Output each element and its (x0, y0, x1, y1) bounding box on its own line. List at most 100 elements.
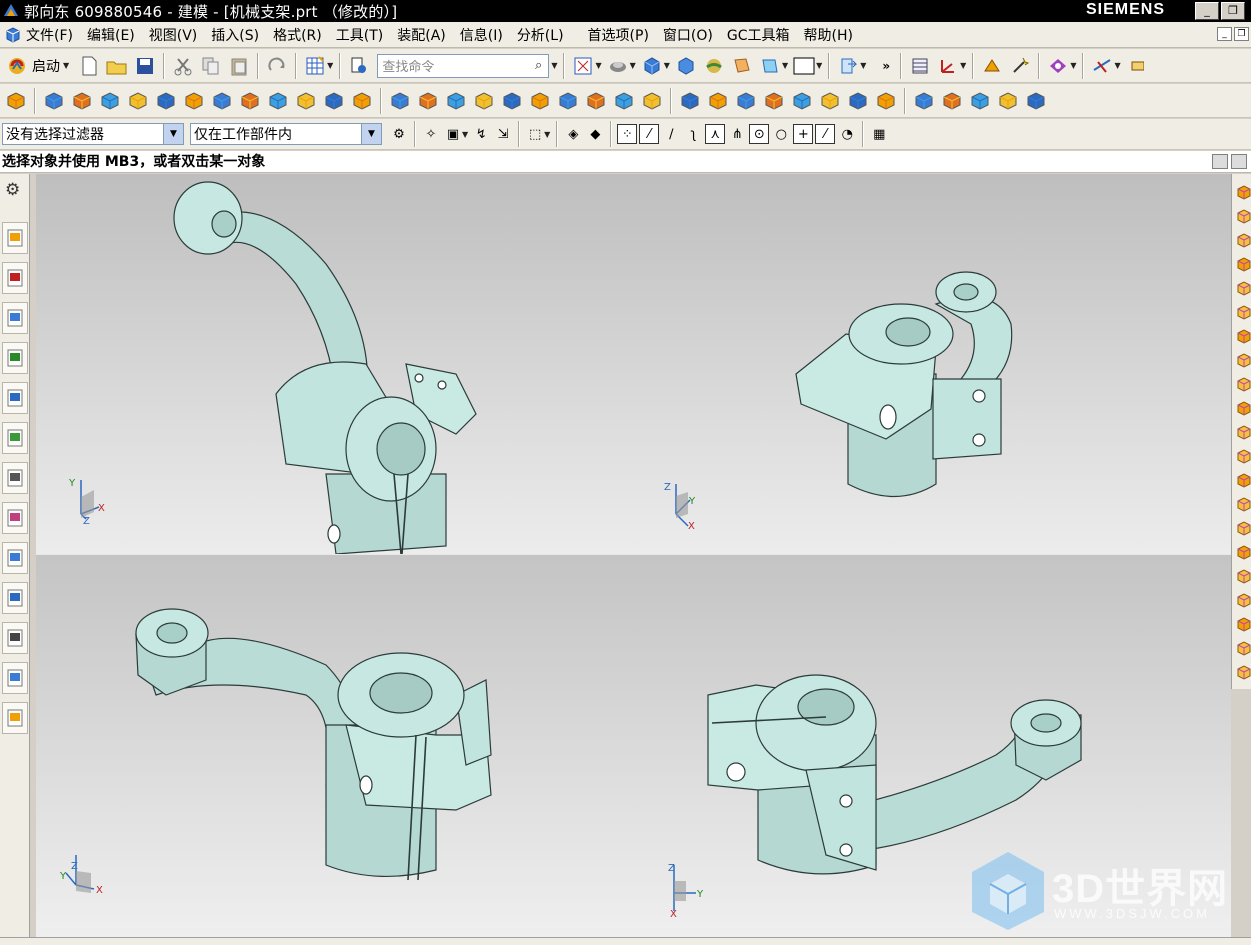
restore-button[interactable]: ❐ (1221, 2, 1245, 20)
gear-icon[interactable]: ⚙ (5, 180, 20, 200)
roles-icon[interactable] (2, 662, 28, 694)
bounded-plane-icon[interactable] (968, 89, 992, 113)
toolbar-overflow[interactable]: » (882, 59, 890, 73)
menu-gc-toolkit[interactable]: GC工具箱 (720, 25, 797, 45)
offset-face-icon[interactable] (678, 89, 702, 113)
intersection-icon[interactable]: ⋏ (705, 124, 726, 144)
wireframe-view-icon[interactable] (758, 54, 782, 78)
visualization-icon[interactable] (2, 502, 28, 534)
background-icon[interactable] (792, 54, 816, 78)
control-point-icon[interactable]: ʅ (683, 124, 703, 144)
point-on-face-icon[interactable]: ◔ (837, 124, 857, 144)
history-icon[interactable] (2, 462, 28, 494)
feature-shortcut-icon[interactable] (1236, 472, 1251, 488)
through-curves-icon[interactable] (912, 89, 936, 113)
hole-icon[interactable] (126, 89, 150, 113)
feature-shortcut-icon[interactable] (1236, 304, 1251, 320)
center-point-icon[interactable]: ⊙ (749, 124, 770, 144)
open-folder-icon[interactable] (105, 54, 129, 78)
measure-icon[interactable] (1090, 54, 1114, 78)
feature-shortcut-icon[interactable] (1236, 640, 1251, 656)
constraint-navigator-icon[interactable] (2, 262, 28, 294)
cube-icon[interactable] (674, 54, 698, 78)
system-scenes-icon[interactable] (2, 702, 28, 734)
thicken-icon[interactable] (874, 89, 898, 113)
start-button[interactable]: 启动 ▼ (2, 55, 75, 77)
trim-body-icon[interactable] (528, 89, 552, 113)
command-finder-icon[interactable] (347, 54, 371, 78)
sketch-icon[interactable] (4, 89, 28, 113)
manufacturing-wizard-icon[interactable] (2, 622, 28, 654)
revolve-icon[interactable] (98, 89, 122, 113)
quadrant-icon[interactable]: ○ (771, 124, 791, 144)
bounded-grid-icon[interactable]: ▦ (869, 124, 889, 144)
n-sided-icon[interactable] (940, 89, 964, 113)
body-select-icon[interactable]: ◆ (585, 124, 605, 144)
intersect-icon[interactable] (640, 89, 664, 113)
feature-shortcut-icon[interactable] (1236, 592, 1251, 608)
pocket-icon[interactable] (238, 89, 262, 113)
chevron-down-icon[interactable]: ▼ (361, 124, 381, 144)
feature-shortcut-icon[interactable] (1236, 184, 1251, 200)
feature-shortcut-icon[interactable] (1236, 496, 1251, 512)
rectangle-select-icon[interactable]: ⬚ (525, 124, 545, 144)
snap-points-icon[interactable]: ⁘ (617, 124, 638, 144)
datum-plane-icon[interactable] (42, 89, 66, 113)
system-materials-icon[interactable] (2, 542, 28, 574)
feature-shortcut-icon[interactable] (1236, 448, 1251, 464)
show-hide-icon[interactable] (1046, 54, 1070, 78)
sew-icon[interactable] (734, 89, 758, 113)
intent-icon[interactable]: ⇲ (493, 124, 513, 144)
magic-wand-icon[interactable] (1008, 54, 1032, 78)
swept-icon[interactable] (818, 89, 842, 113)
chevron-down-icon[interactable]: ▼ (163, 124, 183, 144)
menu-assembly[interactable]: 装配(A) (390, 25, 453, 45)
unite-icon[interactable] (584, 89, 608, 113)
menu-analysis[interactable]: 分析(L) (510, 25, 571, 45)
grid-icon[interactable] (303, 54, 327, 78)
feature-shortcut-icon[interactable] (1236, 568, 1251, 584)
menu-format[interactable]: 格式(R) (266, 25, 329, 45)
extrude-icon[interactable] (70, 89, 94, 113)
status-icon[interactable] (1212, 154, 1228, 169)
type-filter-select[interactable]: 没有选择过滤器 ▼ (2, 123, 184, 145)
styled-blend-icon[interactable] (996, 89, 1020, 113)
new-file-icon[interactable] (77, 54, 101, 78)
feature-shortcut-icon[interactable] (1236, 256, 1251, 272)
feature-select-icon[interactable]: ▣ (443, 124, 463, 144)
menu-preferences[interactable]: 首选项(P) (581, 25, 656, 45)
part-icon[interactable] (4, 26, 22, 44)
information-icon[interactable] (2, 382, 28, 414)
shell-icon[interactable] (350, 89, 374, 113)
cylinder-icon[interactable] (182, 89, 206, 113)
sphere-render-icon[interactable] (702, 54, 726, 78)
split-body-icon[interactable] (556, 89, 580, 113)
chamfer-icon[interactable] (416, 89, 440, 113)
groove-icon[interactable] (294, 89, 318, 113)
menu-window[interactable]: 窗口(O) (656, 25, 720, 45)
menu-tools[interactable]: 工具(T) (329, 25, 390, 45)
boss-icon[interactable] (210, 89, 234, 113)
edge-blend-icon[interactable] (388, 89, 412, 113)
menu-insert[interactable]: 插入(S) (204, 25, 266, 45)
face-select-icon[interactable]: ◈ (563, 124, 583, 144)
ruler-icon[interactable] (1125, 54, 1149, 78)
scope-filter-select[interactable]: 仅在工作部件内 ▼ (190, 123, 382, 145)
feature-shortcut-icon[interactable] (1236, 232, 1251, 248)
existing-point-icon[interactable]: + (793, 124, 814, 144)
pattern-icon[interactable] (472, 89, 496, 113)
studio-surface-icon[interactable] (1024, 89, 1048, 113)
layer-icon[interactable] (836, 54, 860, 78)
menu-view[interactable]: 视图(V) (142, 25, 205, 45)
web-browser-icon[interactable] (2, 422, 28, 454)
feature-shortcut-icon[interactable] (1236, 616, 1251, 632)
table-icon[interactable] (908, 54, 932, 78)
select-all-icon[interactable]: ✧ (421, 124, 441, 144)
minimize-button[interactable]: _ (1195, 2, 1219, 20)
extract-icon[interactable] (790, 89, 814, 113)
reuse-library-icon[interactable] (2, 342, 28, 374)
follow-icon[interactable]: ↯ (471, 124, 491, 144)
save-icon[interactable] (133, 54, 157, 78)
menu-file[interactable]: 文件(F) (22, 25, 80, 45)
feature-shortcut-icon[interactable] (1236, 280, 1251, 296)
